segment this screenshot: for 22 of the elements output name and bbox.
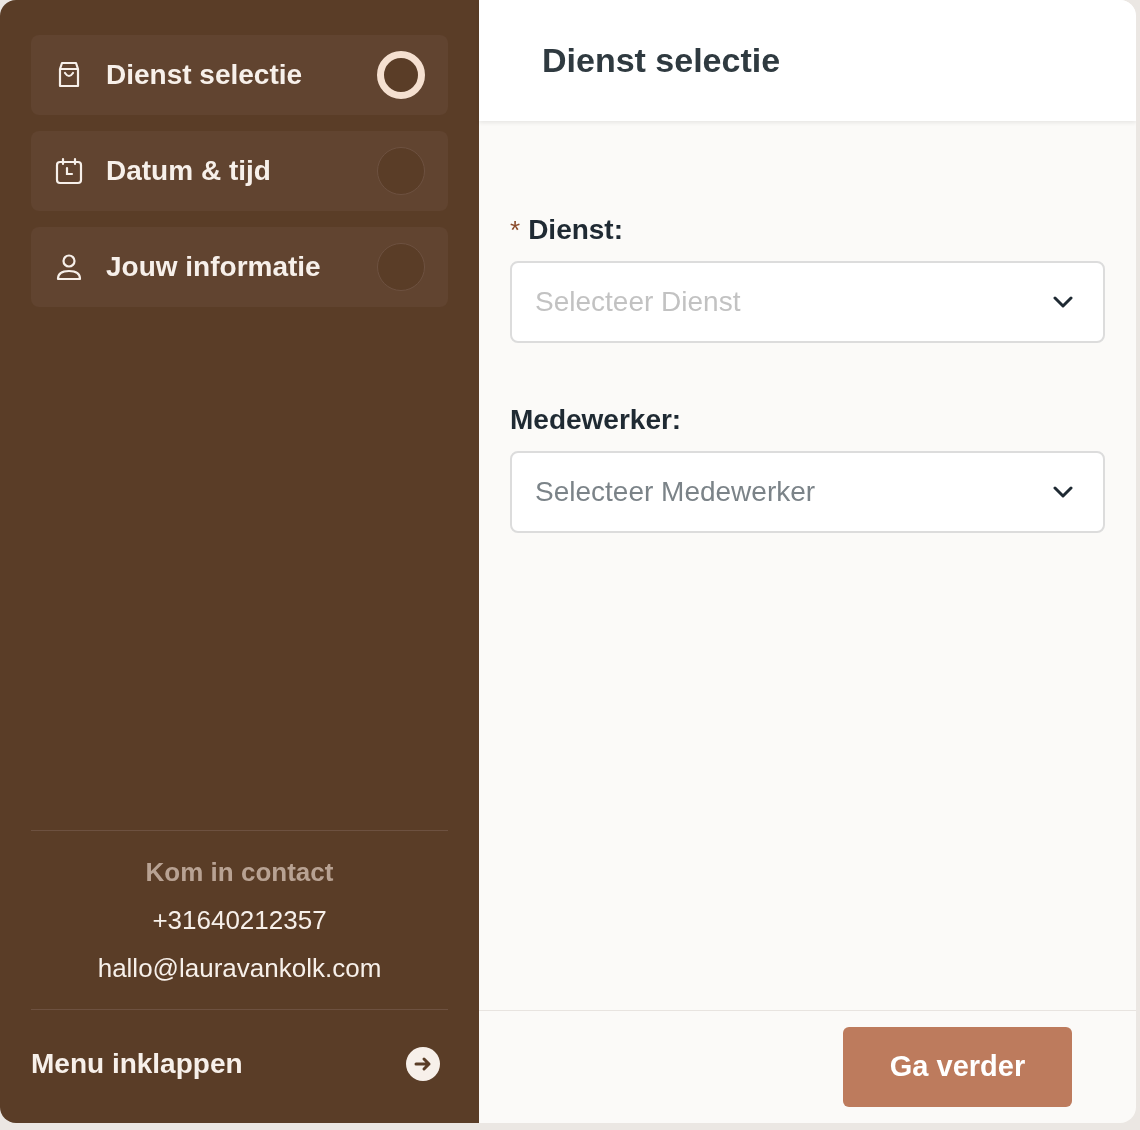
person-icon	[54, 252, 84, 282]
chevron-down-icon	[1053, 296, 1073, 308]
email-address: hallo@lauravankolk.com	[97, 953, 382, 983]
field-label: Medewerker:	[510, 403, 682, 437]
calendar-icon	[54, 156, 84, 186]
select-placeholder: Selecteer Medewerker	[535, 475, 816, 509]
step-label: Jouw informatie	[106, 250, 322, 284]
select-field[interactable]: Selecteer Medewerker	[510, 451, 1105, 533]
step-item[interactable]: Dienst selectie	[31, 35, 448, 115]
step-item[interactable]: Datum & tijd	[31, 131, 448, 211]
step-label: Dienst selectie	[106, 58, 304, 92]
page-title: Dienst selectie	[542, 40, 781, 81]
arrow-right-icon[interactable]	[406, 1047, 440, 1081]
step-label: Datum & tijd	[106, 154, 272, 188]
collapse-menu-link[interactable]: Menu inklappen	[31, 1043, 243, 1085]
contact-heading: Kom in contact	[145, 857, 334, 887]
chevron-down-icon	[1053, 486, 1073, 498]
step-item[interactable]: Jouw informatie	[31, 227, 448, 307]
required-asterisk: *	[510, 217, 521, 243]
field-label: Dienst:	[528, 213, 624, 247]
select-placeholder: Selecteer Dienst	[535, 285, 741, 319]
phone-number: +31640212357	[152, 905, 327, 935]
